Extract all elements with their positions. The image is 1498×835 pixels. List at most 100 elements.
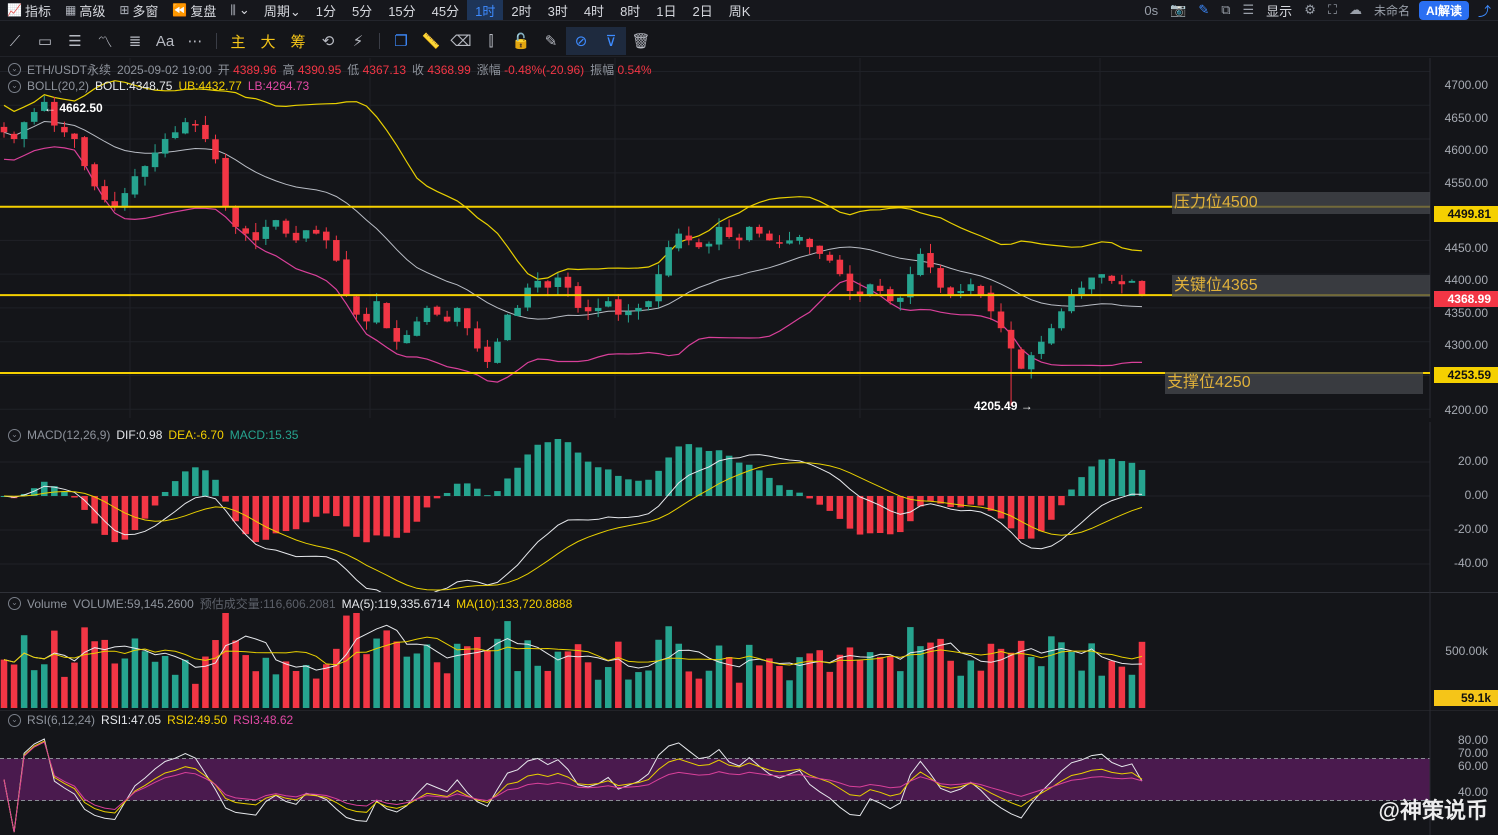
candle-body [61, 126, 68, 133]
volume-bar [776, 666, 783, 708]
interval-10[interactable]: 2日 [685, 0, 721, 20]
interval-5[interactable]: 2时 [503, 0, 539, 20]
camera-icon[interactable]: 📷 [1167, 2, 1189, 18]
macd-name[interactable]: MACD(12,26,9) [27, 428, 110, 442]
lock-icon[interactable]: 🔓 [506, 27, 536, 55]
interval-0[interactable]: 1分 [308, 0, 344, 20]
candle-body [1128, 280, 1136, 283]
volume-bar [695, 678, 703, 708]
macd-bar [151, 496, 159, 506]
collapse-icon[interactable]: ⌄ [8, 63, 21, 76]
interval-6[interactable]: 3时 [540, 0, 576, 20]
share-icon[interactable]: ⤴ [1475, 1, 1494, 20]
collapse-icon[interactable]: ⌄ [8, 428, 21, 442]
more-icon[interactable]: ⋯ [180, 27, 210, 55]
macd-bar [212, 479, 219, 496]
candle-body [383, 303, 390, 329]
candle-body [292, 232, 300, 241]
candle-body [403, 334, 411, 344]
multi-window-menu[interactable]: ⊞ 多窗 [112, 0, 165, 20]
resistance-annotation[interactable]: 压力位4500 [1172, 192, 1430, 214]
price-chart[interactable] [0, 58, 1498, 418]
trendline-icon[interactable]: ⟋ [0, 27, 30, 55]
candles-icon[interactable]: ⫿ [476, 27, 506, 55]
window-icon[interactable]: ⧉ [1218, 2, 1233, 18]
wave-icon[interactable]: 〽 [90, 27, 120, 55]
list-icon[interactable]: ☰ [1240, 2, 1258, 18]
volume-tag: 59.1k [1434, 690, 1498, 706]
interval-8[interactable]: 8时 [612, 0, 648, 20]
rectangle-icon[interactable]: ▭ [30, 27, 60, 55]
ruler-icon[interactable]: 📏 [416, 27, 446, 55]
macd-bar [615, 475, 622, 496]
candle-body [675, 233, 683, 249]
text-icon[interactable]: Aa [150, 27, 180, 55]
candle-body [866, 284, 874, 295]
horizontal-lines-icon[interactable]: ☰ [60, 27, 90, 55]
interval-3[interactable]: 45分 [424, 0, 467, 20]
volume-bar [71, 662, 78, 708]
filter-icon[interactable]: ⊽ [596, 27, 626, 55]
candle-body [71, 133, 78, 140]
rsi-chart[interactable] [0, 710, 1498, 835]
candle-body [443, 316, 451, 322]
rsi-legend: ⌄ RSI(6,12,24) RSI1:47.05 RSI2:49.50 RSI… [8, 713, 293, 727]
fullscreen-icon[interactable]: ⛶ [1325, 2, 1340, 18]
macd-bar [554, 438, 562, 496]
collapse-icon[interactable]: ⌄ [8, 713, 21, 727]
advanced-menu[interactable]: ▦ 高级 [58, 0, 112, 20]
interval-4[interactable]: 1时 [467, 0, 504, 20]
boll-name[interactable]: BOLL(20,2) [27, 79, 89, 93]
fib-icon[interactable]: ≣ [120, 27, 150, 55]
copy-icon[interactable]: ❐ [386, 27, 416, 55]
macd-bar [927, 496, 934, 501]
main-force-button[interactable]: 主 [223, 27, 253, 55]
replay-menu[interactable]: ⏪ 复盘 [165, 0, 223, 20]
calendar-icon: ▦ [64, 3, 77, 17]
display-button[interactable]: 显示 [1263, 1, 1295, 20]
volume-ma10: MA(10):133,720.8888 [456, 596, 573, 611]
candle-body [524, 287, 531, 308]
macd-chart[interactable] [0, 422, 1498, 592]
support-annotation[interactable]: 支撑位4250 [1165, 372, 1423, 394]
layout-name-dropdown[interactable]: 未命名 [1371, 2, 1413, 19]
magnet-off-icon[interactable]: ⚡ [343, 27, 373, 55]
candle-body [695, 242, 703, 248]
macd-bar [574, 452, 582, 496]
volume-bar [453, 643, 461, 708]
candle-body [0, 126, 8, 133]
indicator-menu[interactable]: 📈 指标 [0, 0, 58, 20]
volume-bar [252, 671, 260, 708]
period-menu[interactable]: 周期⌄ [257, 0, 308, 20]
interval-2[interactable]: 15分 [380, 0, 423, 20]
volume-bar [51, 630, 58, 708]
ai-interpret-button[interactable]: AI解读 [1418, 0, 1469, 20]
magnet-icon[interactable]: ⊘ [566, 27, 596, 55]
interval-11[interactable]: 周K [721, 0, 759, 20]
chart-style-menu[interactable]: ⫼ ⌄ [223, 0, 256, 20]
collapse-icon[interactable]: ⌄ [8, 79, 21, 93]
draw-icon[interactable]: ✎ [1195, 2, 1212, 18]
interval-7[interactable]: 4时 [576, 0, 612, 20]
note-icon[interactable]: ✎ [536, 27, 566, 55]
interval-9[interactable]: 1日 [648, 0, 684, 20]
collapse-icon[interactable]: ⌄ [8, 597, 21, 610]
volume-name[interactable]: Volume [27, 597, 67, 611]
big-order-button[interactable]: 大 [253, 27, 283, 55]
rsi-name[interactable]: RSI(6,12,24) [27, 713, 95, 727]
settings-icon[interactable]: ⚙ [1301, 2, 1319, 18]
eraser-icon[interactable]: ⌫ [446, 27, 476, 55]
volume-bar [685, 671, 693, 708]
macd-bar [1128, 462, 1136, 496]
trash-icon[interactable]: 🗑 [626, 27, 656, 55]
macd-value: MACD:15.35 [229, 428, 299, 442]
volume-bar [81, 627, 88, 708]
candle-body [655, 274, 662, 302]
macd-bar [977, 496, 985, 506]
interval-1[interactable]: 5分 [344, 0, 380, 20]
volume-bar [574, 644, 582, 708]
key-level-annotation[interactable]: 关键位4365 [1172, 275, 1430, 297]
rsi-axis-label: 60.00 [1457, 759, 1488, 773]
sync-icon[interactable]: ⟲ [313, 27, 343, 55]
chips-button[interactable]: 筹 [283, 27, 313, 55]
